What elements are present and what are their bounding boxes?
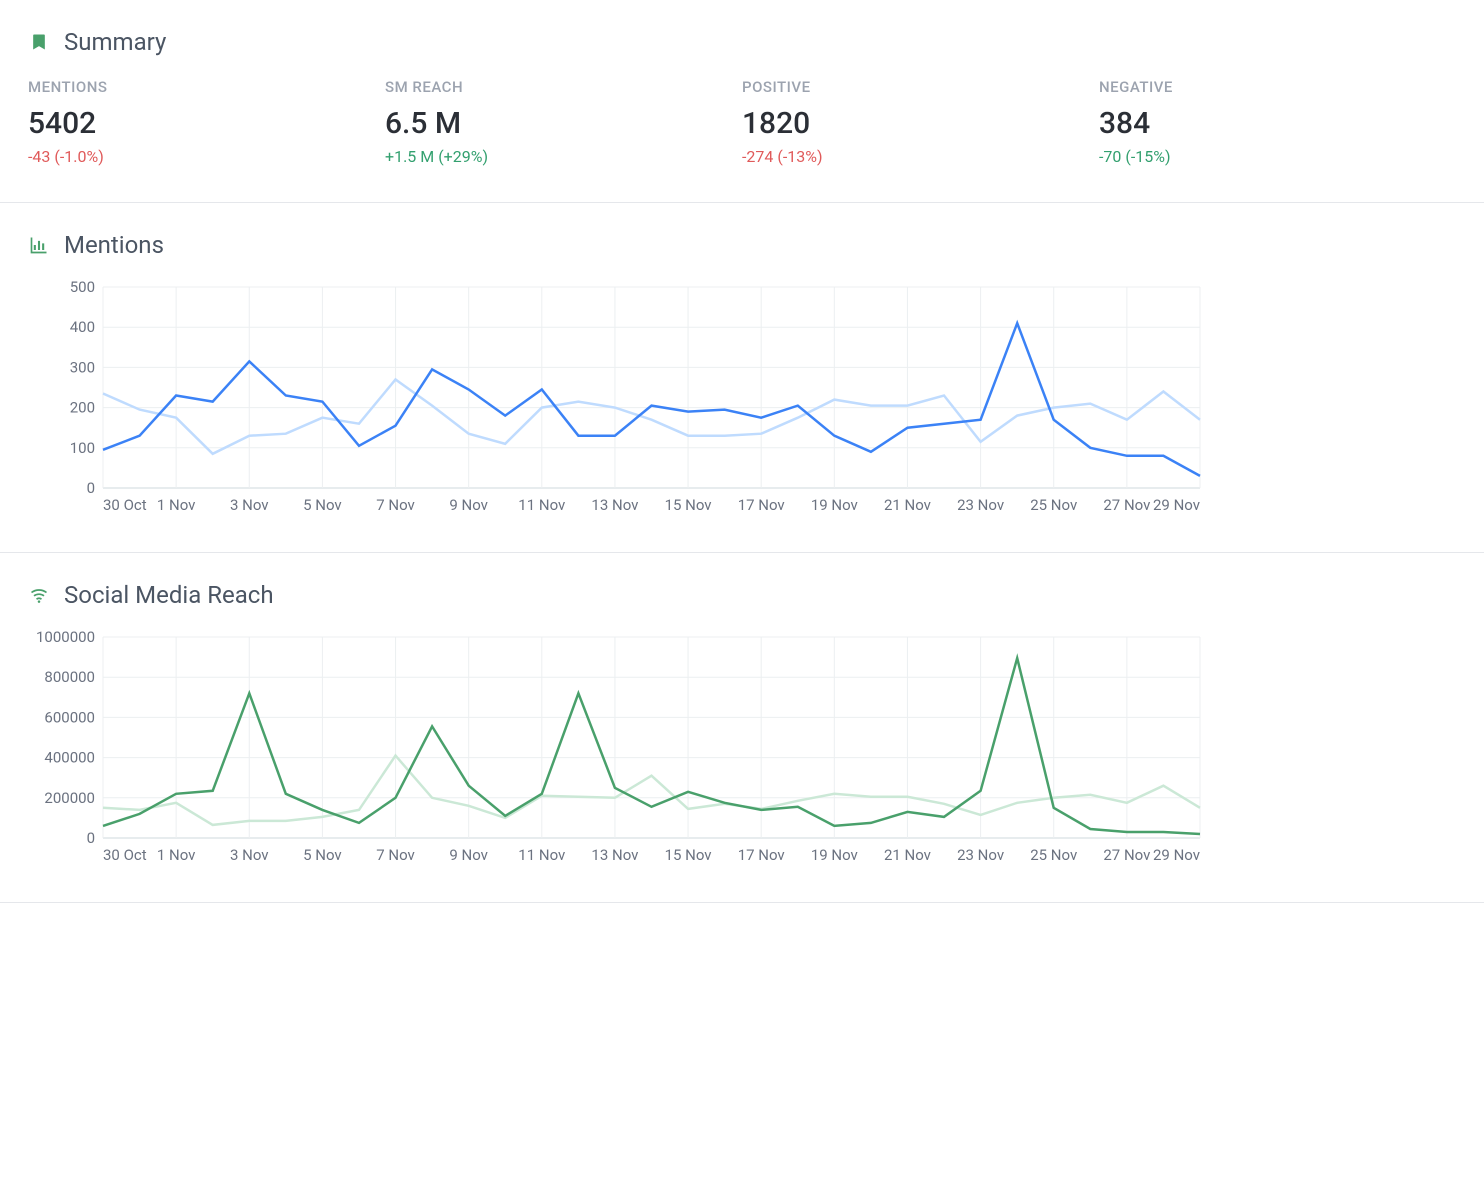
svg-text:27 Nov: 27 Nov: [1103, 496, 1150, 514]
metric-delta: -274 (-13%): [742, 147, 1079, 166]
metric-label: POSITIVE: [742, 78, 1079, 96]
reach-header: Social Media Reach: [28, 581, 1456, 609]
svg-text:15 Nov: 15 Nov: [665, 496, 712, 514]
metric-sm-reach: SM REACH 6.5 M +1.5 M (+29%): [385, 78, 742, 166]
metric-label: NEGATIVE: [1099, 78, 1436, 96]
metric-positive: POSITIVE 1820 -274 (-13%): [742, 78, 1099, 166]
svg-text:17 Nov: 17 Nov: [738, 496, 785, 514]
metric-negative: NEGATIVE 384 -70 (-15%): [1099, 78, 1456, 166]
series-current: [103, 658, 1200, 834]
svg-text:15 Nov: 15 Nov: [665, 846, 712, 864]
bookmark-icon: [28, 31, 50, 53]
svg-text:1 Nov: 1 Nov: [157, 846, 196, 864]
series-previous: [103, 380, 1200, 454]
svg-text:23 Nov: 23 Nov: [957, 496, 1004, 514]
svg-text:3 Nov: 3 Nov: [230, 496, 269, 514]
metric-value: 6.5 M: [385, 106, 722, 141]
svg-text:600000: 600000: [44, 708, 95, 726]
svg-text:30 Oct: 30 Oct: [103, 496, 147, 514]
mentions-header: Mentions: [28, 231, 1456, 259]
svg-text:19 Nov: 19 Nov: [811, 496, 858, 514]
reach-title: Social Media Reach: [64, 581, 274, 609]
svg-text:9 Nov: 9 Nov: [449, 846, 488, 864]
metric-value: 5402: [28, 106, 365, 141]
svg-text:200000: 200000: [44, 789, 95, 807]
metric-value: 384: [1099, 106, 1436, 141]
svg-text:17 Nov: 17 Nov: [738, 846, 785, 864]
svg-text:0: 0: [87, 479, 95, 497]
mentions-section: Mentions 0 100 200 300 400 500 30 Oct 1 Nov 3 No…: [0, 203, 1484, 553]
metric-label: MENTIONS: [28, 78, 365, 96]
svg-text:11 Nov: 11 Nov: [518, 496, 565, 514]
metric-delta: -70 (-15%): [1099, 147, 1436, 166]
svg-text:7 Nov: 7 Nov: [376, 846, 415, 864]
svg-text:13 Nov: 13 Nov: [591, 846, 638, 864]
metric-mentions: MENTIONS 5402 -43 (-1.0%): [28, 78, 385, 166]
svg-text:7 Nov: 7 Nov: [376, 496, 415, 514]
svg-text:27 Nov: 27 Nov: [1103, 846, 1150, 864]
svg-text:200: 200: [70, 399, 95, 417]
svg-text:300: 300: [70, 358, 95, 376]
svg-text:23 Nov: 23 Nov: [957, 846, 1004, 864]
svg-text:1000000: 1000000: [36, 631, 95, 646]
svg-text:30 Oct: 30 Oct: [103, 846, 147, 864]
svg-text:29 Nov: 29 Nov: [1153, 846, 1200, 864]
svg-text:21 Nov: 21 Nov: [884, 846, 931, 864]
summary-section: Summary MENTIONS 5402 -43 (-1.0%) SM REA…: [0, 0, 1484, 203]
svg-text:21 Nov: 21 Nov: [884, 496, 931, 514]
mentions-title: Mentions: [64, 231, 164, 259]
svg-text:500: 500: [70, 281, 95, 296]
svg-text:11 Nov: 11 Nov: [518, 846, 565, 864]
svg-text:5 Nov: 5 Nov: [303, 496, 342, 514]
svg-text:100: 100: [70, 439, 95, 457]
metric-delta: -43 (-1.0%): [28, 147, 365, 166]
svg-text:0: 0: [87, 829, 95, 847]
metric-label: SM REACH: [385, 78, 722, 96]
reach-chart: 0 200000 400000 600000 800000 1000000 30 Oct 1 …: [28, 631, 1456, 866]
bar-chart-icon: [28, 234, 50, 256]
svg-text:3 Nov: 3 Nov: [230, 846, 269, 864]
svg-text:400: 400: [70, 318, 95, 336]
svg-text:9 Nov: 9 Nov: [449, 496, 488, 514]
wifi-icon: [28, 584, 50, 606]
svg-text:400000: 400000: [44, 749, 95, 767]
svg-text:19 Nov: 19 Nov: [811, 846, 858, 864]
svg-text:1 Nov: 1 Nov: [157, 496, 196, 514]
svg-text:5 Nov: 5 Nov: [303, 846, 342, 864]
svg-text:800000: 800000: [44, 668, 95, 686]
svg-text:25 Nov: 25 Nov: [1030, 846, 1077, 864]
mentions-chart: 0 100 200 300 400 500 30 Oct 1 Nov 3 Nov 5 Nov 7 N…: [28, 281, 1456, 516]
summary-metrics: MENTIONS 5402 -43 (-1.0%) SM REACH 6.5 M…: [28, 78, 1456, 166]
metric-value: 1820: [742, 106, 1079, 141]
reach-section: Social Media Reach 0 200000 400000 600000 80…: [0, 553, 1484, 903]
summary-header: Summary: [28, 28, 1456, 56]
svg-text:29 Nov: 29 Nov: [1153, 496, 1200, 514]
metric-delta: +1.5 M (+29%): [385, 147, 722, 166]
svg-text:25 Nov: 25 Nov: [1030, 496, 1077, 514]
series-current: [103, 323, 1200, 476]
series-previous: [103, 756, 1200, 825]
summary-title: Summary: [64, 28, 166, 56]
svg-text:13 Nov: 13 Nov: [591, 496, 638, 514]
